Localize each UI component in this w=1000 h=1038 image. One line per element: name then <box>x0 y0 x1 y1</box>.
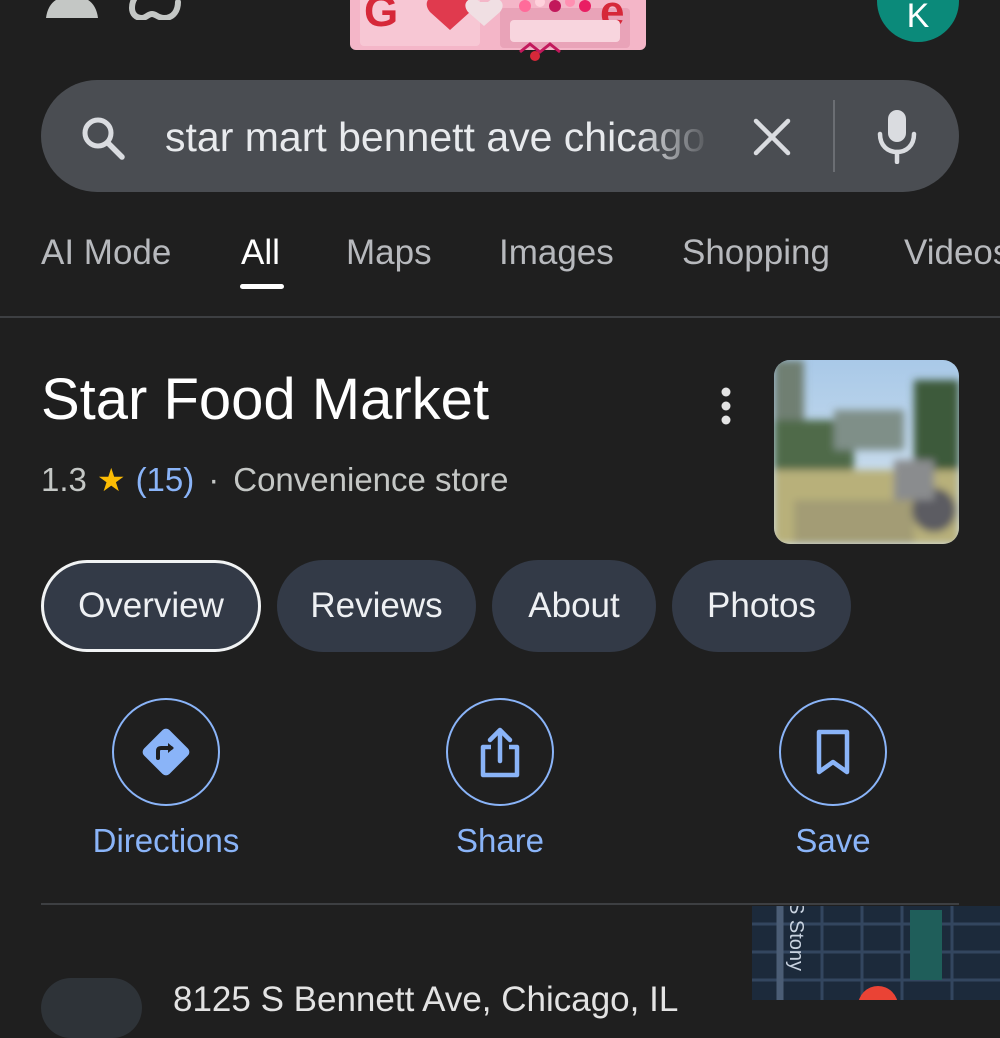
tab-maps[interactable]: Maps <box>346 228 432 278</box>
save-label[interactable]: Save <box>733 818 933 864</box>
tab-images[interactable]: Images <box>499 228 614 278</box>
place-category: Convenience store <box>233 461 509 498</box>
location-icon <box>41 978 142 1038</box>
tab-shopping[interactable]: Shopping <box>682 228 830 278</box>
review-count-link[interactable]: (15) <box>136 458 195 502</box>
bookmark-icon <box>816 729 850 775</box>
street-photo-image <box>774 360 959 544</box>
place-title: Star Food Market <box>41 367 490 432</box>
chip-reviews[interactable]: Reviews <box>277 560 476 652</box>
microphone-icon[interactable] <box>876 108 918 164</box>
map-preview[interactable]: S Stony <box>752 906 1000 1000</box>
more-options-icon[interactable] <box>716 386 736 426</box>
tabs-divider <box>0 316 1000 318</box>
directions-label[interactable]: Directions <box>66 818 266 864</box>
active-tab-indicator <box>240 284 284 289</box>
share-button[interactable] <box>446 698 554 806</box>
svg-text:G: G <box>364 0 398 36</box>
share-icon <box>480 727 520 778</box>
share-label[interactable]: Share <box>400 818 600 864</box>
star-icon: ★ <box>96 462 126 498</box>
account-circle-icon[interactable] <box>44 0 100 20</box>
directions-button[interactable] <box>112 698 220 806</box>
chip-overview[interactable]: Overview <box>41 560 261 652</box>
search-divider <box>833 100 835 172</box>
chip-about[interactable]: About <box>492 560 656 652</box>
directions-icon <box>142 728 190 776</box>
tab-all[interactable]: All <box>241 228 280 278</box>
save-button[interactable] <box>779 698 887 806</box>
separator-dot: · <box>208 461 220 498</box>
chip-photos[interactable]: Photos <box>672 560 851 652</box>
theme-icon[interactable] <box>128 0 182 20</box>
rating-line: 1.3 ★ (15) · Convenience store <box>41 458 508 502</box>
google-doodle[interactable]: G e <box>350 0 646 64</box>
tab-ai-mode[interactable]: AI Mode <box>41 228 171 278</box>
map-street-label: S Stony <box>785 906 807 972</box>
avatar-letter: K <box>906 0 930 35</box>
account-avatar[interactable]: K <box>877 0 959 42</box>
place-photo[interactable] <box>774 360 959 544</box>
search-input[interactable]: star mart bennett ave chicago <box>165 112 713 162</box>
search-icon[interactable] <box>78 113 126 161</box>
rating-value: 1.3 <box>41 461 87 498</box>
clear-icon[interactable] <box>752 117 792 157</box>
address-text[interactable]: 8125 S Bennett Ave, Chicago, IL <box>173 976 693 1036</box>
section-divider <box>41 903 959 905</box>
tab-videos[interactable]: Videos <box>904 228 1000 278</box>
doodle-image: G e <box>350 0 646 61</box>
